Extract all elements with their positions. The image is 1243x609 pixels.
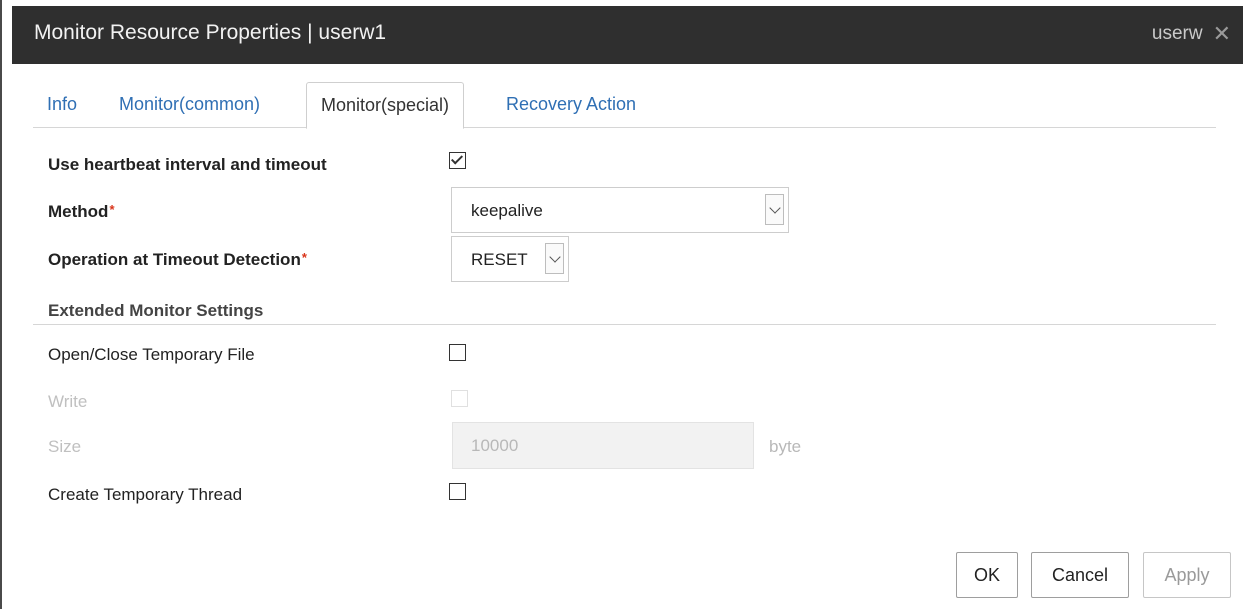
method-select-value: keepalive [471, 201, 543, 220]
method-label: Method* [48, 202, 115, 222]
cancel-button[interactable]: Cancel [1031, 552, 1129, 598]
create-temp-thread-label: Create Temporary Thread [48, 485, 243, 504]
monitor-resource-properties-dialog: Monitor Resource Properties | userw1 use… [0, 0, 1243, 609]
extended-monitor-settings-heading: Extended Monitor Settings [48, 301, 264, 320]
chevron-down-icon[interactable] [545, 243, 564, 274]
required-marker: * [109, 202, 115, 217]
title-bar: Monitor Resource Properties | userw1 use… [12, 6, 1243, 64]
close-icon[interactable]: ✕ [1213, 23, 1231, 45]
check-icon [450, 152, 464, 165]
ok-button[interactable]: OK [956, 552, 1018, 598]
operation-select[interactable]: RESET [451, 236, 569, 282]
tab-recovery-action[interactable]: Recovery Action [506, 82, 636, 128]
open-close-temp-file-checkbox[interactable] [449, 344, 466, 361]
create-temp-thread-checkbox[interactable] [449, 483, 466, 500]
tab-info[interactable]: Info [47, 82, 77, 128]
section-divider [33, 324, 1216, 325]
method-select[interactable]: keepalive [451, 187, 789, 233]
open-close-temp-file-label: Open/Close Temporary File [48, 345, 255, 364]
operation-label-text: Operation at Timeout Detection [48, 250, 301, 269]
use-heartbeat-label: Use heartbeat interval and timeout [48, 155, 327, 174]
window-title: Monitor Resource Properties | userw1 [34, 21, 387, 44]
tab-monitor-common[interactable]: Monitor(common) [119, 82, 260, 128]
title-bar-right: userw ✕ [1152, 23, 1231, 45]
operation-select-value: RESET [471, 250, 528, 269]
tab-bar: Info Monitor(common) Monitor(special) Re… [33, 82, 1216, 129]
server-label: userw [1151, 23, 1203, 44]
method-label-text: Method [48, 202, 109, 221]
required-marker: * [301, 250, 307, 265]
size-unit-label: byte [769, 437, 802, 456]
tab-monitor-special[interactable]: Monitor(special) [306, 82, 465, 129]
chevron-down-icon[interactable] [765, 194, 784, 225]
write-label: Write [48, 392, 88, 411]
size-label: Size [48, 437, 82, 456]
apply-button[interactable]: Apply [1143, 552, 1231, 598]
write-checkbox [451, 390, 468, 407]
operation-label: Operation at Timeout Detection* [48, 250, 307, 270]
use-heartbeat-checkbox[interactable] [449, 152, 466, 169]
size-input: 10000 [452, 422, 754, 469]
